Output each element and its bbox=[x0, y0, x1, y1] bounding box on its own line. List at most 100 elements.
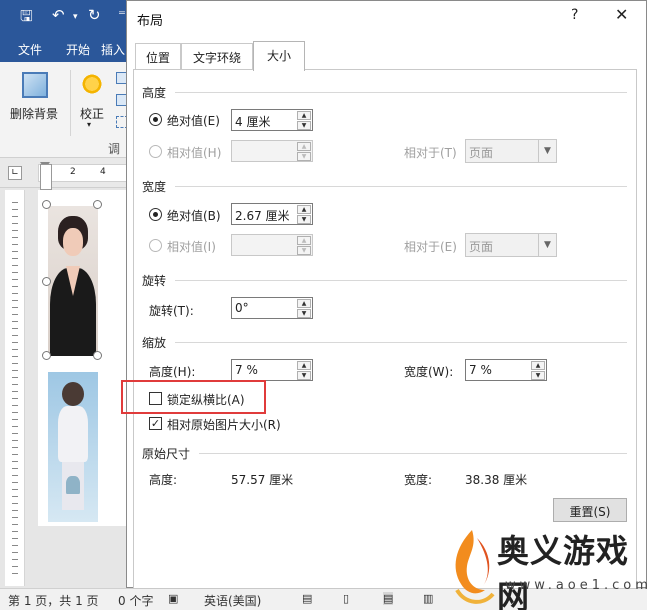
tab-text-wrapping[interactable]: 文字环绕 bbox=[181, 43, 253, 69]
spin-up-icon[interactable]: ▲ bbox=[297, 299, 311, 308]
width-relative-to-select[interactable]: 页面 ▼ bbox=[465, 233, 557, 257]
second-image[interactable] bbox=[48, 372, 98, 522]
image-face bbox=[63, 228, 83, 256]
width-absolute-input[interactable]: 2.67 厘米 ▲ ▼ bbox=[231, 203, 313, 225]
relative-original-label[interactable]: 相对原始图片大小(R) bbox=[167, 416, 281, 433]
redo-icon[interactable]: ↻ bbox=[88, 6, 101, 24]
divider bbox=[175, 280, 627, 281]
resize-handle[interactable] bbox=[93, 200, 102, 209]
spin-down-icon[interactable]: ▼ bbox=[297, 371, 311, 380]
reset-button[interactable]: 重置(S) bbox=[553, 498, 627, 522]
corrections-icon[interactable] bbox=[80, 72, 104, 96]
resize-handle[interactable] bbox=[42, 200, 51, 209]
spin-down-icon[interactable]: ▼ bbox=[531, 371, 545, 380]
spin-down-icon[interactable]: ▼ bbox=[297, 215, 311, 224]
divider bbox=[175, 92, 627, 93]
height-relative-to-label: 相对于(T) bbox=[404, 146, 457, 160]
tab-selector-icon[interactable]: ∟ bbox=[8, 166, 22, 180]
tab-home[interactable]: 开始 bbox=[66, 41, 90, 58]
height-relative-label[interactable]: 相对值(H) bbox=[167, 144, 221, 161]
spin-up-icon[interactable]: ▲ bbox=[297, 142, 311, 151]
chevron-down-icon[interactable]: ▼ bbox=[538, 140, 556, 162]
corrections-label[interactable]: 校正 bbox=[80, 105, 104, 122]
remove-background-icon[interactable] bbox=[22, 72, 48, 98]
divider bbox=[175, 186, 627, 187]
rotate-value[interactable]: 0° bbox=[235, 301, 249, 315]
width-relative-input[interactable]: ▲ ▼ bbox=[231, 234, 313, 256]
height-relative-to-select[interactable]: 页面 ▼ bbox=[465, 139, 557, 163]
divider bbox=[199, 453, 627, 454]
remove-background-label[interactable]: 删除背景 bbox=[10, 105, 58, 122]
height-absolute-radio[interactable] bbox=[149, 113, 162, 126]
scale-height-label: 高度(H): bbox=[149, 365, 196, 379]
print-layout-icon[interactable]: ▤ bbox=[383, 592, 394, 605]
rotate-label: 旋转(T): bbox=[149, 304, 194, 318]
scale-height-value[interactable]: 7 % bbox=[235, 363, 258, 377]
height-absolute-value[interactable]: 4 厘米 bbox=[235, 113, 270, 130]
rotate-section-title: 旋转 bbox=[142, 274, 167, 288]
horizontal-ruler-bar: ∟ 2 4 bbox=[0, 158, 130, 188]
vertical-ruler[interactable] bbox=[5, 190, 25, 586]
vertical-ruler-ticks bbox=[12, 196, 18, 580]
width-absolute-radio[interactable] bbox=[149, 208, 162, 221]
height-relative-to-value: 页面 bbox=[469, 146, 494, 160]
width-relative-to-label: 相对于(E) bbox=[404, 240, 457, 254]
spin-down-icon[interactable]: ▼ bbox=[297, 152, 311, 161]
tab-file[interactable]: 文件 bbox=[18, 41, 42, 58]
selected-image[interactable] bbox=[48, 206, 98, 356]
scale-height-input[interactable]: 7 % ▲ ▼ bbox=[231, 359, 313, 381]
corrections-dropdown-icon[interactable]: ▾ bbox=[87, 120, 91, 129]
spin-up-icon[interactable]: ▲ bbox=[297, 236, 311, 245]
scale-width-value[interactable]: 7 % bbox=[469, 363, 492, 377]
status-language[interactable]: 英语(美国) bbox=[204, 592, 261, 609]
dialog-tab-bar: 位置 文字环绕 大小 bbox=[127, 41, 647, 71]
spin-down-icon[interactable]: ▼ bbox=[297, 309, 311, 318]
height-absolute-input[interactable]: 4 厘米 ▲ ▼ bbox=[231, 109, 313, 131]
save-icon[interactable]: 🖫 bbox=[20, 6, 33, 31]
dialog-title: 布局 bbox=[137, 14, 164, 29]
spin-up-icon[interactable]: ▲ bbox=[297, 111, 311, 120]
image-dress bbox=[58, 406, 88, 462]
height-absolute-label[interactable]: 绝对值(E) bbox=[167, 112, 220, 129]
scale-width-input[interactable]: 7 % ▲ ▼ bbox=[465, 359, 547, 381]
chevron-down-icon[interactable]: ▼ bbox=[538, 234, 556, 256]
highlight-box bbox=[121, 380, 266, 414]
width-absolute-label[interactable]: 绝对值(B) bbox=[167, 207, 221, 224]
width-relative-to-value: 页面 bbox=[469, 240, 494, 254]
height-section-title: 高度 bbox=[142, 86, 167, 100]
undo-dropdown-icon[interactable]: ▾ bbox=[73, 12, 78, 22]
spin-down-icon[interactable]: ▼ bbox=[297, 121, 311, 130]
status-word-count[interactable]: 0 个字 bbox=[118, 592, 153, 609]
spin-down-icon[interactable]: ▼ bbox=[297, 246, 311, 255]
tab-size[interactable]: 大小 bbox=[253, 41, 305, 71]
help-button[interactable]: ? bbox=[571, 7, 578, 23]
web-layout-icon[interactable]: ▥ bbox=[423, 592, 433, 605]
tab-insert[interactable]: 插入 bbox=[101, 41, 125, 58]
spin-up-icon[interactable]: ▲ bbox=[297, 205, 311, 214]
scale-width-label: 宽度(W): bbox=[404, 365, 454, 379]
spin-up-icon[interactable]: ▲ bbox=[297, 361, 311, 370]
tab-position[interactable]: 位置 bbox=[135, 43, 181, 69]
relative-original-checkbox[interactable]: ✓ bbox=[149, 417, 162, 430]
resize-handle[interactable] bbox=[42, 277, 51, 286]
left-indent-marker[interactable] bbox=[40, 164, 52, 190]
proofing-icon[interactable]: ▣ bbox=[168, 592, 178, 605]
watermark-logo-icon bbox=[455, 530, 495, 604]
quick-access-toolbar: 🖫 ↶ ▾ ↻ ⁼ bbox=[0, 0, 130, 36]
rotate-input[interactable]: 0° ▲ ▼ bbox=[231, 297, 313, 319]
height-relative-radio[interactable] bbox=[149, 145, 162, 158]
undo-icon[interactable]: ↶ bbox=[52, 6, 65, 24]
width-relative-label[interactable]: 相对值(I) bbox=[167, 238, 216, 255]
height-relative-input[interactable]: ▲ ▼ bbox=[231, 140, 313, 162]
track-changes-icon[interactable]: ▤ bbox=[302, 592, 312, 605]
width-relative-radio[interactable] bbox=[149, 239, 162, 252]
read-mode-icon[interactable]: ▯ bbox=[343, 592, 349, 605]
width-absolute-value[interactable]: 2.67 厘米 bbox=[235, 207, 290, 224]
resize-handle[interactable] bbox=[42, 351, 51, 360]
customize-qat-icon[interactable]: ⁼ bbox=[118, 6, 126, 24]
close-button[interactable]: ✕ bbox=[615, 5, 628, 24]
spin-up-icon[interactable]: ▲ bbox=[531, 361, 545, 370]
resize-handle[interactable] bbox=[93, 351, 102, 360]
original-width-value: 38.38 厘米 bbox=[465, 473, 528, 487]
status-page-count[interactable]: 第 1 页，共 1 页 bbox=[8, 592, 99, 609]
